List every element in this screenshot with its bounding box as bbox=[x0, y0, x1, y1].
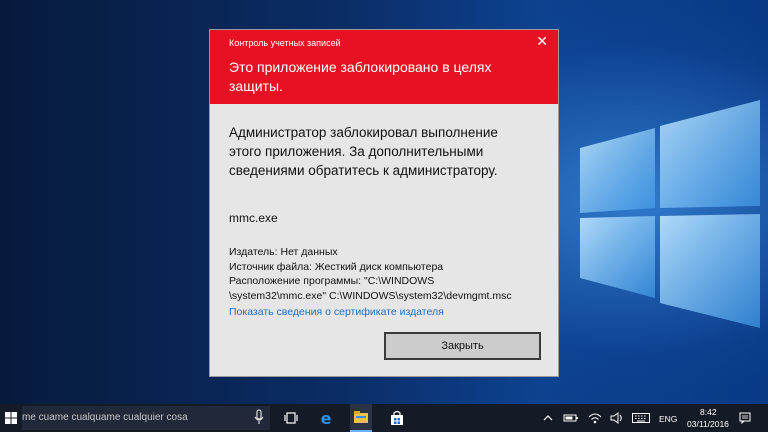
keyboard-icon[interactable] bbox=[630, 404, 652, 432]
windows-logo-wallpaper bbox=[580, 100, 760, 328]
location-text-line1: Расположение программы: "C:\WINDOWS bbox=[229, 275, 435, 287]
task-view-icon[interactable] bbox=[280, 404, 302, 432]
publisher-text: Издатель: Нет данных bbox=[229, 246, 338, 258]
edge-icon[interactable]: e bbox=[315, 404, 337, 432]
clock-time[interactable]: 8:42 bbox=[700, 407, 717, 417]
search-input[interactable]: me cuame cualquame cualquier cosa bbox=[22, 406, 270, 430]
dialog-message: Администратор заблокировал выполнение эт… bbox=[229, 125, 498, 178]
windows-start-icon[interactable] bbox=[0, 404, 22, 432]
app-details: Издатель: Нет данных Источник файла: Жес… bbox=[229, 245, 559, 303]
taskbar: me cuame cualquame cualquier cosa e ENG … bbox=[0, 404, 768, 432]
wifi-icon[interactable] bbox=[586, 404, 604, 432]
svg-text:e: e bbox=[321, 410, 332, 426]
notification-icon[interactable] bbox=[735, 404, 755, 432]
app-name: mmc.exe bbox=[229, 211, 278, 225]
chevron-up-icon[interactable] bbox=[540, 404, 556, 432]
source-text: Источник файла: Жесткий диск компьютера bbox=[229, 260, 444, 273]
speaker-icon[interactable] bbox=[608, 404, 626, 432]
language-indicator[interactable]: ENG bbox=[659, 414, 677, 424]
close-button[interactable]: Закрыть bbox=[384, 332, 541, 360]
certificate-link[interactable]: Показать сведения о сертификате издателя bbox=[229, 306, 444, 318]
uac-header: Контроль учетных записей ✕ Это приложени… bbox=[210, 30, 558, 104]
store-icon[interactable] bbox=[386, 404, 408, 432]
dialog-title: Контроль учетных записей bbox=[229, 38, 341, 48]
clock-date[interactable]: 03/11/2016 bbox=[687, 419, 729, 429]
close-icon[interactable]: ✕ bbox=[536, 33, 548, 50]
location-text-line2: \system32\mmc.exe" C:\WINDOWS\system32\d… bbox=[229, 289, 512, 302]
battery-icon[interactable] bbox=[562, 404, 580, 432]
file-explorer-icon[interactable] bbox=[350, 404, 372, 432]
dialog-heading: Это приложение заблокировано в целях защ… bbox=[229, 59, 492, 94]
microphone-icon[interactable] bbox=[254, 409, 264, 430]
uac-dialog: Контроль учетных записей ✕ Это приложени… bbox=[209, 29, 559, 377]
search-placeholder: me cuame cualquame cualquier cosa bbox=[22, 412, 188, 423]
